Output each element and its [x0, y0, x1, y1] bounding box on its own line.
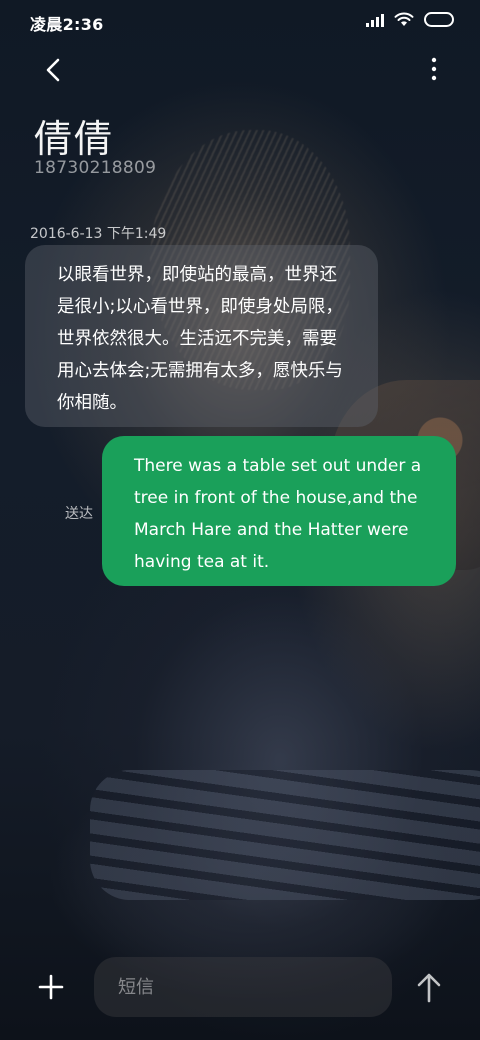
incoming-message-bubble[interactable]: 以眼看世界，即使站的最高，世界还是很小;以心看世界，即使身处局限，世界依然很大。…	[25, 245, 378, 427]
back-button[interactable]	[38, 54, 70, 86]
battery-icon	[424, 12, 454, 27]
message-input[interactable]	[94, 957, 392, 1017]
status-bar: 凌晨2:36	[0, 0, 480, 42]
composer-bar	[0, 940, 480, 1040]
signal-icon	[366, 13, 384, 27]
outgoing-message-bubble[interactable]: There was a table set out under a tree i…	[102, 436, 456, 586]
incoming-message-text: 以眼看世界，即使站的最高，世界还是很小;以心看世界，即使身处局限，世界依然很大。…	[57, 265, 343, 413]
message-timestamp: 2016-6-13 下午1:49	[30, 226, 167, 242]
delivery-status: 送达	[65, 506, 93, 522]
wallpaper-belt-shape	[90, 770, 480, 900]
contact-number: 18730218809	[34, 158, 157, 178]
contact-name: 倩倩	[34, 117, 115, 161]
send-button[interactable]	[414, 970, 444, 1004]
sms-conversation-screen: 凌晨2:36 倩倩 18730218809 2016-6-13 下午1:49 以…	[0, 0, 480, 1040]
more-options-button[interactable]	[428, 56, 440, 82]
status-icons	[366, 12, 454, 27]
wifi-icon	[394, 12, 414, 26]
outgoing-message-text: There was a table set out under a tree i…	[134, 456, 422, 572]
status-time: 凌晨2:36	[30, 15, 104, 34]
add-attachment-button[interactable]	[36, 972, 66, 1002]
